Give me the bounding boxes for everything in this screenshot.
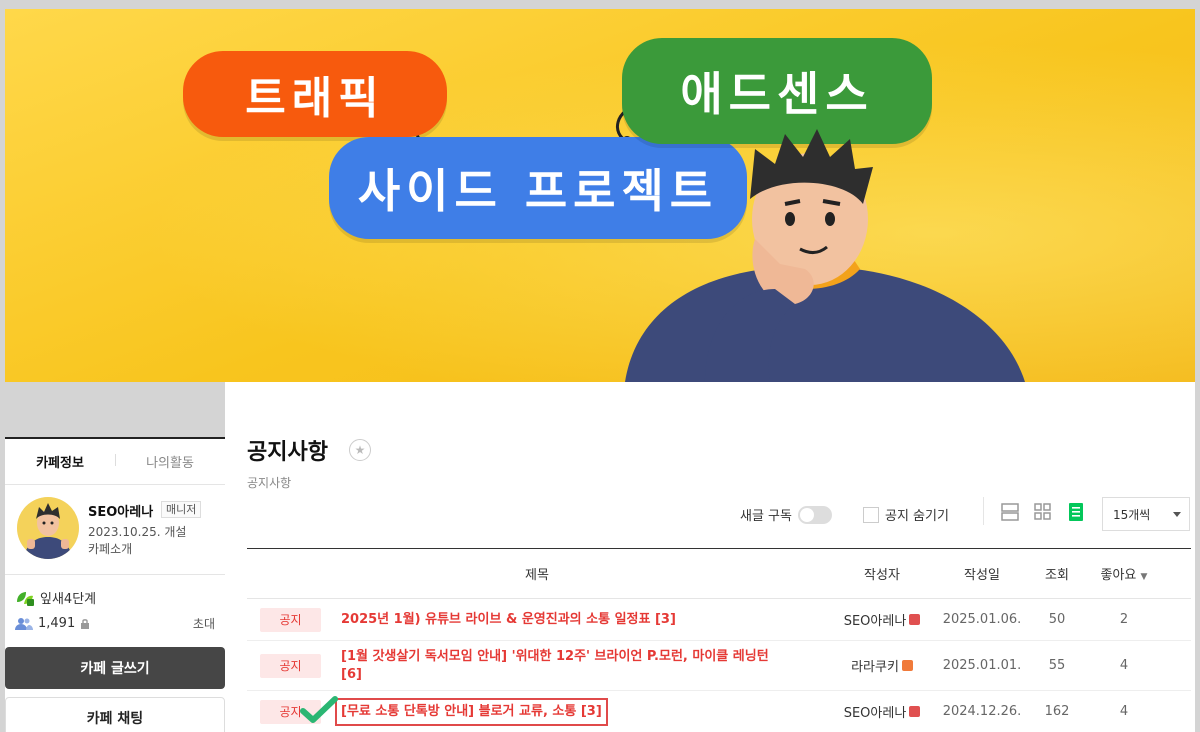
board-main: 공지사항 ★ 공지사항 새글 구독 공지 숨기기 15개씩 제목 작성자 작성일… bbox=[225, 382, 1195, 732]
member-count-row: 1,491 초대 bbox=[15, 615, 215, 632]
sort-down-icon: ▼ bbox=[1140, 572, 1148, 582]
cafe-write-button[interactable]: 카페 글쓰기 bbox=[5, 647, 225, 689]
sidebar-tabs: 카페정보 나의활동 bbox=[5, 439, 225, 485]
date-cell: 2024.12.26. bbox=[942, 704, 1022, 719]
chevron-down-icon bbox=[1173, 512, 1181, 517]
favorite-star-icon[interactable]: ★ bbox=[349, 439, 371, 461]
staff-icon bbox=[901, 660, 913, 671]
notice-badge: 공지 bbox=[260, 653, 321, 678]
column-author: 작성자 bbox=[864, 568, 900, 583]
toolbar-divider bbox=[983, 497, 984, 525]
cafe-banner: 트래픽 사이드 프로젝트 애드센스 bbox=[5, 9, 1195, 382]
tab-my-activity[interactable]: 나의활동 bbox=[115, 452, 225, 471]
cafe-avatar[interactable] bbox=[17, 497, 79, 559]
cafe-intro-link[interactable]: 카페소개 bbox=[88, 540, 132, 557]
author-cell[interactable]: SEO아레나 bbox=[827, 610, 937, 629]
author-name: SEO아레나 bbox=[843, 706, 907, 721]
views-cell: 50 bbox=[1048, 612, 1066, 627]
per-page-value: 15개씩 bbox=[1113, 507, 1151, 522]
date-cell: 2025.01.06. bbox=[942, 612, 1022, 627]
board-toolbar: 새글 구독 공지 숨기기 15개씩 bbox=[225, 497, 1191, 531]
column-likes-label: 좋아요 bbox=[1100, 568, 1137, 583]
character-illustration bbox=[625, 129, 1025, 382]
page-title: 공지사항 bbox=[247, 440, 328, 465]
post-title-link[interactable]: [1월 갓생살기 독서모임 안내] '위대한 12주' 브라이언 P.모런, 마… bbox=[341, 648, 791, 684]
column-title: 제목 bbox=[525, 568, 549, 583]
table-row[interactable]: 공지 [무료 소통 단톡방 안내] 블로거 교류, 소통 [3] SEO아레나 … bbox=[247, 691, 1191, 732]
manager-badge: 매니저 bbox=[161, 501, 202, 518]
hide-notice-group[interactable]: 공지 숨기기 bbox=[863, 505, 949, 524]
leaf-icon bbox=[17, 591, 34, 606]
checkmark-icon bbox=[300, 696, 338, 723]
subscribe-label: 새글 구독 bbox=[740, 509, 792, 524]
subscribe-toggle-group[interactable]: 새글 구독 bbox=[740, 505, 832, 524]
cafe-sidebar: 카페정보 나의활동 SEO아레나 매니저 2023.10.25. 개설 카페소개 bbox=[5, 437, 225, 732]
cafe-chat-button[interactable]: 카페 채팅 bbox=[5, 697, 225, 732]
likes-cell: 4 bbox=[1119, 704, 1129, 719]
views-cell: 55 bbox=[1048, 658, 1066, 673]
table-header: 제목 작성자 작성일 조회 좋아요 ▼ bbox=[247, 549, 1191, 599]
likes-cell: 2 bbox=[1119, 612, 1129, 627]
notice-badge: 공지 bbox=[260, 607, 321, 632]
post-title-link-highlighted[interactable]: [무료 소통 단톡방 안내] 블로거 교류, 소통 [3] bbox=[335, 697, 608, 726]
table-row[interactable]: 공지 2025년 1월) 유튜브 라이브 & 운영진과의 소통 일정표 [3] … bbox=[247, 599, 1191, 641]
card-view-icon[interactable] bbox=[1000, 502, 1020, 522]
breadcrumb: 공지사항 bbox=[247, 476, 292, 490]
author-cell[interactable]: 라라쿠키 bbox=[827, 656, 937, 675]
author-name: 라라쿠키 bbox=[851, 660, 899, 675]
hide-notice-checkbox[interactable] bbox=[863, 506, 879, 523]
manager-icon bbox=[909, 614, 921, 625]
column-likes[interactable]: 좋아요 ▼ bbox=[1087, 564, 1161, 583]
author-cell[interactable]: SEO아레나 bbox=[827, 702, 937, 721]
table-row[interactable]: 공지 [1월 갓생살기 독서모임 안내] '위대한 12주' 브라이언 P.모런… bbox=[247, 641, 1191, 691]
lock-icon bbox=[81, 619, 90, 629]
grid-view-icon[interactable] bbox=[1033, 502, 1053, 522]
views-cell: 162 bbox=[1044, 704, 1070, 719]
cafe-profile: SEO아레나 매니저 2023.10.25. 개설 카페소개 bbox=[5, 485, 225, 575]
member-count[interactable]: 1,491 bbox=[38, 616, 75, 631]
author-name: SEO아레나 bbox=[843, 614, 907, 629]
subscribe-toggle[interactable] bbox=[797, 505, 832, 524]
members-icon bbox=[15, 617, 33, 630]
invite-link[interactable]: 초대 bbox=[193, 615, 215, 632]
cafe-level-label: 잎새4단계 bbox=[40, 592, 97, 607]
tab-cafe-info[interactable]: 카페정보 bbox=[5, 452, 115, 471]
post-title-link[interactable]: 2025년 1월) 유튜브 라이브 & 운영진과의 소통 일정표 [3] bbox=[341, 611, 676, 629]
manager-icon bbox=[909, 706, 921, 717]
hide-notice-label: 공지 숨기기 bbox=[885, 509, 949, 524]
likes-cell: 4 bbox=[1119, 658, 1129, 673]
article-table: 제목 작성자 작성일 조회 좋아요 ▼ 공지 2025년 1월) 유튜브 라이브… bbox=[247, 548, 1191, 732]
date-cell: 2025.01.01. bbox=[942, 658, 1022, 673]
column-date: 작성일 bbox=[964, 568, 1000, 583]
column-views: 조회 bbox=[1045, 568, 1069, 583]
per-page-select[interactable]: 15개씩 bbox=[1102, 497, 1190, 531]
banner-tag-traffic: 트래픽 bbox=[183, 51, 447, 137]
cafe-name[interactable]: SEO아레나 bbox=[88, 501, 153, 520]
cafe-created-date: 2023.10.25. 개설 bbox=[88, 525, 187, 539]
list-view-icon[interactable] bbox=[1066, 502, 1086, 522]
cafe-level[interactable]: 잎새4단계 bbox=[15, 588, 96, 607]
